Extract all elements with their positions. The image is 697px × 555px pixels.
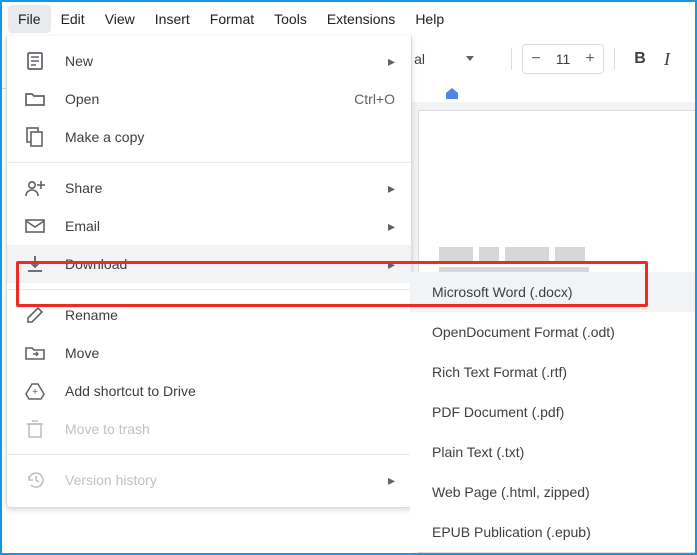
menu-item-label: Rename <box>65 307 395 323</box>
pencil-icon <box>23 303 47 327</box>
font-size-decrease[interactable]: − <box>523 46 549 72</box>
submenu-arrow-icon: ▸ <box>388 53 395 70</box>
indent-marker-icon[interactable] <box>446 88 458 100</box>
menu-format[interactable]: Format <box>200 5 264 33</box>
submenu-item-label: OpenDocument Format (.odt) <box>432 324 615 340</box>
menu-item-new[interactable]: New ▸ <box>7 42 411 80</box>
menu-item-label: Download <box>65 256 388 272</box>
menu-item-label: Make a copy <box>65 129 395 145</box>
menu-item-label: Move <box>65 345 395 361</box>
download-html[interactable]: Web Page (.html, zipped) <box>410 472 697 512</box>
menu-item-download[interactable]: Download ▸ <box>7 245 411 283</box>
move-folder-icon <box>23 341 47 365</box>
menu-item-label: Move to trash <box>65 421 395 437</box>
folder-icon <box>23 87 47 111</box>
chevron-down-icon <box>465 54 493 64</box>
document-icon <box>23 49 47 73</box>
history-icon <box>23 468 47 492</box>
menu-item-label: Add shortcut to Drive <box>65 383 395 399</box>
svg-text:+: + <box>32 387 38 398</box>
copy-icon <box>23 125 47 149</box>
menu-item-label: Version history <box>65 472 388 488</box>
bold-button[interactable]: B <box>625 50 655 68</box>
menu-insert[interactable]: Insert <box>145 5 200 33</box>
menu-divider <box>7 454 411 455</box>
menu-item-share[interactable]: Share ▸ <box>7 169 411 207</box>
email-icon <box>23 214 47 238</box>
toolbar-separator <box>511 48 512 70</box>
menu-item-move-to-trash: Move to trash <box>7 410 411 448</box>
download-icon <box>23 252 47 276</box>
italic-button[interactable]: I <box>655 49 679 70</box>
menu-divider <box>7 289 411 290</box>
menu-item-label: Share <box>65 180 388 196</box>
submenu-item-label: PDF Document (.pdf) <box>432 404 564 420</box>
blurred-text <box>439 247 585 261</box>
menu-item-shortcut: Ctrl+O <box>354 91 395 107</box>
menu-item-label: New <box>65 53 388 69</box>
download-submenu: Microsoft Word (.docx) OpenDocument Form… <box>410 272 697 552</box>
share-icon <box>23 176 47 200</box>
download-rtf[interactable]: Rich Text Format (.rtf) <box>410 352 697 392</box>
menu-item-label: Email <box>65 218 388 234</box>
ruler <box>412 88 695 102</box>
download-docx[interactable]: Microsoft Word (.docx) <box>410 272 697 312</box>
trash-icon <box>23 417 47 441</box>
menu-item-version-history[interactable]: Version history ▸ <box>7 461 411 499</box>
submenu-arrow-icon: ▸ <box>388 218 395 235</box>
file-menu: New ▸ Open Ctrl+O Make a copy Share ▸ Em… <box>6 36 412 508</box>
menu-view[interactable]: View <box>95 5 145 33</box>
font-family-dropdown[interactable]: al <box>406 44 501 74</box>
submenu-item-label: EPUB Publication (.epub) <box>432 524 591 540</box>
font-family-label: al <box>414 51 425 67</box>
menu-item-add-shortcut[interactable]: + Add shortcut to Drive <box>7 372 411 410</box>
submenu-arrow-icon: ▸ <box>388 256 395 273</box>
menu-edit[interactable]: Edit <box>51 5 95 33</box>
download-odt[interactable]: OpenDocument Format (.odt) <box>410 312 697 352</box>
menubar: File Edit View Insert Format Tools Exten… <box>2 2 695 37</box>
download-pdf[interactable]: PDF Document (.pdf) <box>410 392 697 432</box>
toolbar-separator <box>614 48 615 70</box>
font-size-increase[interactable]: + <box>577 46 603 72</box>
submenu-item-label: Plain Text (.txt) <box>432 444 524 460</box>
menu-item-label: Open <box>65 91 354 107</box>
submenu-arrow-icon: ▸ <box>388 472 395 489</box>
menu-item-move[interactable]: Move <box>7 334 411 372</box>
submenu-item-label: Microsoft Word (.docx) <box>432 284 573 300</box>
font-size-stepper[interactable]: − 11 + <box>522 44 604 74</box>
download-epub[interactable]: EPUB Publication (.epub) <box>410 512 697 552</box>
font-size-value[interactable]: 11 <box>549 51 577 67</box>
download-txt[interactable]: Plain Text (.txt) <box>410 432 697 472</box>
submenu-item-label: Web Page (.html, zipped) <box>432 484 590 500</box>
submenu-arrow-icon: ▸ <box>388 180 395 197</box>
menu-item-email[interactable]: Email ▸ <box>7 207 411 245</box>
menu-tools[interactable]: Tools <box>264 5 317 33</box>
submenu-item-label: Rich Text Format (.rtf) <box>432 364 567 380</box>
menu-divider <box>7 162 411 163</box>
menu-help[interactable]: Help <box>405 5 454 33</box>
app-window: File Edit View Insert Format Tools Exten… <box>0 0 697 555</box>
menu-item-open[interactable]: Open Ctrl+O <box>7 80 411 118</box>
drive-shortcut-icon: + <box>23 379 47 403</box>
menu-file[interactable]: File <box>8 5 51 33</box>
menu-item-rename[interactable]: Rename <box>7 296 411 334</box>
menu-item-make-copy[interactable]: Make a copy <box>7 118 411 156</box>
menu-extensions[interactable]: Extensions <box>317 5 405 33</box>
